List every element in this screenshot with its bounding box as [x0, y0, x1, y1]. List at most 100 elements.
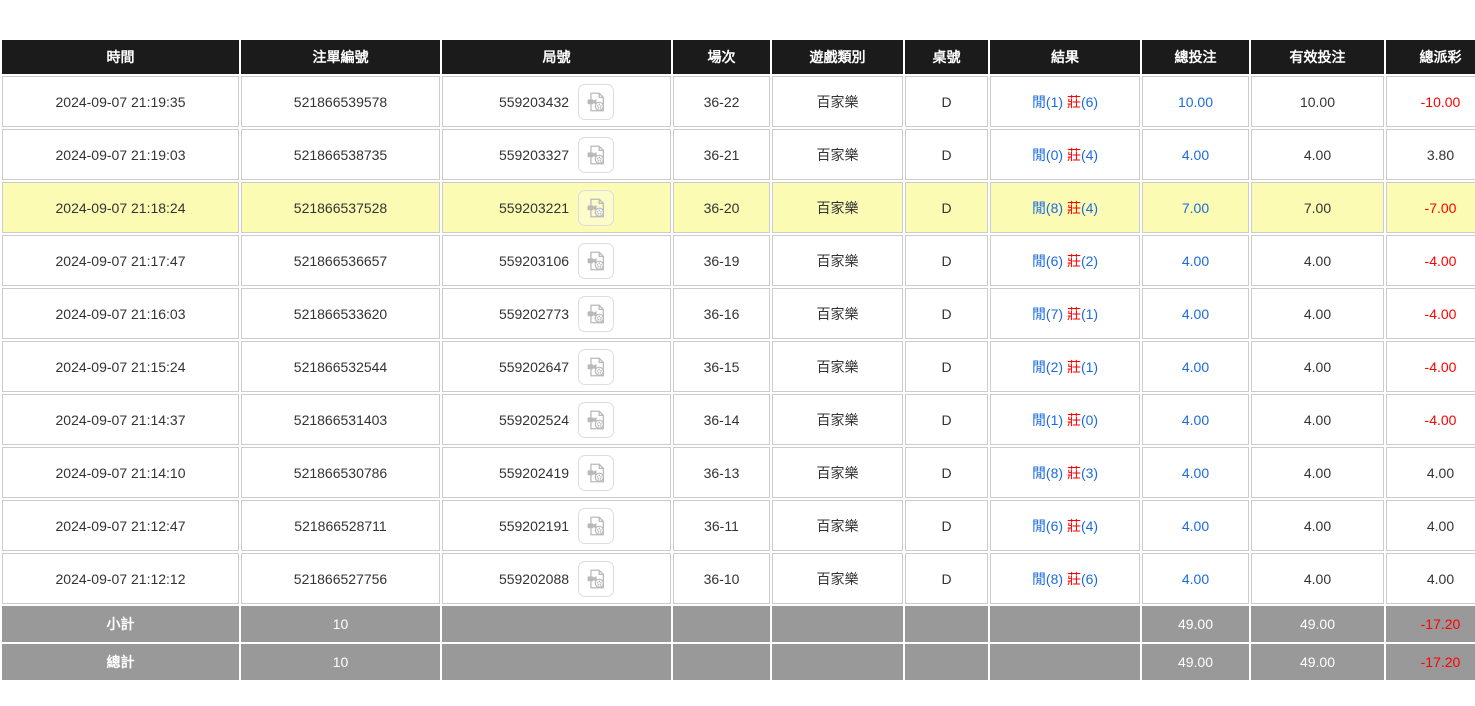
- round-cell: 559202773: [442, 288, 671, 339]
- total-bet-cell[interactable]: 4.00: [1142, 235, 1249, 286]
- game-type-cell: 百家樂: [772, 394, 903, 445]
- banker-result-count: (6): [1081, 94, 1098, 110]
- banker-result-count: (1): [1081, 306, 1098, 322]
- summary-total-bet: 49.00: [1142, 606, 1249, 642]
- player-result: 閒(2): [1032, 359, 1067, 375]
- table-no-cell: D: [905, 235, 988, 286]
- round-cell: 559203106: [442, 235, 671, 286]
- video-replay-button[interactable]: [578, 561, 614, 597]
- total-bet-cell[interactable]: 4.00: [1142, 129, 1249, 180]
- bet-id-cell: 521866536657: [241, 235, 440, 286]
- time-cell: 2024-09-07 21:17:47: [2, 235, 239, 286]
- video-replay-button[interactable]: [578, 84, 614, 120]
- total-bet-cell[interactable]: 4.00: [1142, 341, 1249, 392]
- table-row: 2024-09-07 21:15:24 521866532544 5592026…: [2, 341, 1475, 392]
- round-id: 559203221: [499, 200, 569, 216]
- column-header-payout: 總派彩: [1386, 40, 1475, 74]
- game-type-cell: 百家樂: [772, 129, 903, 180]
- video-replay-button[interactable]: [578, 137, 614, 173]
- bet-id-cell: 521866537528: [241, 182, 440, 233]
- video-replay-button[interactable]: [578, 455, 614, 491]
- video-replay-button[interactable]: [578, 243, 614, 279]
- result-cell: 閒(1) 莊(6): [990, 76, 1140, 127]
- round-id: 559202773: [499, 306, 569, 322]
- banker-result-count: (4): [1081, 518, 1098, 534]
- total-bet-cell[interactable]: 7.00: [1142, 182, 1249, 233]
- bet-id-cell: 521866539578: [241, 76, 440, 127]
- round-id: 559203432: [499, 94, 569, 110]
- column-header-round: 局號: [442, 40, 671, 74]
- total-bet-cell[interactable]: 4.00: [1142, 500, 1249, 551]
- video-replay-button[interactable]: [578, 508, 614, 544]
- valid-bet-cell: 4.00: [1251, 447, 1384, 498]
- valid-bet-cell: 10.00: [1251, 76, 1384, 127]
- total-bet-cell[interactable]: 4.00: [1142, 394, 1249, 445]
- session-cell: 36-16: [673, 288, 770, 339]
- total-bet-cell[interactable]: 4.00: [1142, 288, 1249, 339]
- banker-result: 莊: [1067, 147, 1081, 163]
- payout-cell: 4.00: [1386, 553, 1475, 604]
- time-cell: 2024-09-07 21:12:47: [2, 500, 239, 551]
- table-row: 2024-09-07 21:19:03 521866538735 5592033…: [2, 129, 1475, 180]
- summary-count: 10: [241, 644, 440, 680]
- total-bet-cell[interactable]: 4.00: [1142, 553, 1249, 604]
- banker-result: 莊: [1067, 359, 1081, 375]
- banker-result-count: (6): [1081, 571, 1098, 587]
- summary-payout: -17.20: [1386, 606, 1475, 642]
- video-replay-icon: [585, 197, 607, 219]
- bet-records-table: 時間注單編號局號場次遊戲類別桌號結果總投注有效投注總派彩 2024-09-07 …: [0, 38, 1475, 682]
- table-no-cell: D: [905, 129, 988, 180]
- banker-result-count: (0): [1081, 412, 1098, 428]
- bet-id-cell: 521866532544: [241, 341, 440, 392]
- total-bet-cell[interactable]: 10.00: [1142, 76, 1249, 127]
- payout-cell: 4.00: [1386, 447, 1475, 498]
- valid-bet-cell: 4.00: [1251, 288, 1384, 339]
- session-cell: 36-11: [673, 500, 770, 551]
- time-cell: 2024-09-07 21:18:24: [2, 182, 239, 233]
- summary-empty-cell: [772, 606, 903, 642]
- payout-cell: -10.00: [1386, 76, 1475, 127]
- valid-bet-cell: 4.00: [1251, 235, 1384, 286]
- round-cell: 559203221: [442, 182, 671, 233]
- game-type-cell: 百家樂: [772, 288, 903, 339]
- summary-count: 10: [241, 606, 440, 642]
- player-result: 閒(6): [1032, 253, 1067, 269]
- banker-result: 莊: [1067, 412, 1081, 428]
- table-no-cell: D: [905, 553, 988, 604]
- banker-result: 莊: [1067, 465, 1081, 481]
- video-replay-button[interactable]: [578, 349, 614, 385]
- session-cell: 36-22: [673, 76, 770, 127]
- summary-valid-bet: 49.00: [1251, 606, 1384, 642]
- column-header-bet-id: 注單編號: [241, 40, 440, 74]
- banker-result: 莊: [1067, 94, 1081, 110]
- round-cell: 559202088: [442, 553, 671, 604]
- payout-cell: -4.00: [1386, 288, 1475, 339]
- summary-row: 小計 10 49.00 49.00 -17.20: [2, 606, 1475, 642]
- video-replay-button[interactable]: [578, 296, 614, 332]
- column-header-table-no: 桌號: [905, 40, 988, 74]
- banker-result: 莊: [1067, 571, 1081, 587]
- banker-result-count: (2): [1081, 253, 1098, 269]
- bet-id-cell: 521866528711: [241, 500, 440, 551]
- round-id: 559202419: [499, 465, 569, 481]
- round-cell: 559203327: [442, 129, 671, 180]
- total-bet-cell[interactable]: 4.00: [1142, 447, 1249, 498]
- video-replay-button[interactable]: [578, 190, 614, 226]
- banker-result-count: (3): [1081, 465, 1098, 481]
- payout-cell: -7.00: [1386, 182, 1475, 233]
- video-replay-button[interactable]: [578, 402, 614, 438]
- banker-result: 莊: [1067, 200, 1081, 216]
- result-cell: 閒(0) 莊(4): [990, 129, 1140, 180]
- payout-cell: -4.00: [1386, 235, 1475, 286]
- session-cell: 36-15: [673, 341, 770, 392]
- banker-result-count: (1): [1081, 359, 1098, 375]
- summary-label: 小計: [2, 606, 239, 642]
- video-replay-icon: [585, 409, 607, 431]
- banker-result: 莊: [1067, 518, 1081, 534]
- round-cell: 559202647: [442, 341, 671, 392]
- round-cell: 559202191: [442, 500, 671, 551]
- table-no-cell: D: [905, 394, 988, 445]
- summary-empty-cell: [905, 644, 988, 680]
- table-row: 2024-09-07 21:12:12 521866527756 5592020…: [2, 553, 1475, 604]
- bet-history-page: 時間注單編號局號場次遊戲類別桌號結果總投注有效投注總派彩 2024-09-07 …: [0, 0, 1475, 682]
